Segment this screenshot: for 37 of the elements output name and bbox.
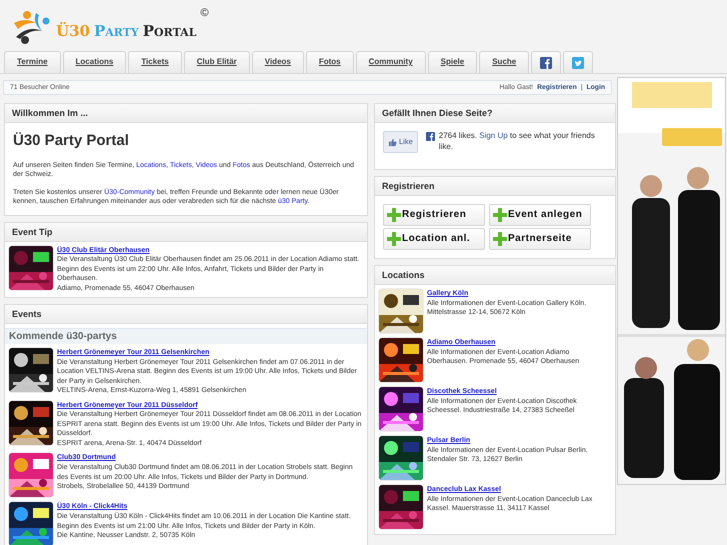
logo-text: Ü30 — [56, 24, 90, 38]
people-logo-icon — [12, 9, 52, 45]
nav-tab[interactable]: Locations — [62, 51, 126, 73]
thumbs-up-icon — [388, 138, 397, 147]
panel-heading: Gefällt Ihnen Diese Seite? — [375, 104, 615, 124]
nav-tab[interactable]: Fotos — [306, 51, 354, 73]
plus-icon — [387, 208, 401, 222]
plus-icon — [387, 232, 401, 246]
nav-tab[interactable]: Spiele — [428, 51, 478, 73]
bird-icon — [572, 56, 584, 68]
panel-heading: Locations — [375, 266, 615, 286]
nav-tab[interactable] — [531, 51, 562, 73]
section-subheading: Kommende ü30-partys — [5, 328, 367, 344]
nav-tab[interactable]: Suche — [479, 51, 530, 73]
register-button[interactable]: Partnerseite — [489, 228, 591, 250]
nav-tab[interactable]: Community — [356, 51, 426, 73]
panel-heading: Registrieren — [375, 176, 615, 196]
like-text: 2764 likes. Sign Up to see what your friends like. — [438, 131, 596, 153]
nav-tab[interactable]: Videos — [252, 51, 304, 73]
register-button[interactable]: Event anlegen — [489, 204, 591, 226]
register-button[interactable]: Location anl. — [383, 228, 485, 250]
page-title: Ü30 Party Portal — [13, 131, 130, 152]
plus-icon — [493, 208, 507, 222]
plus-icon — [493, 232, 507, 246]
logo-text: Portal — [142, 24, 196, 38]
panel-heading: Event Tip — [5, 222, 367, 242]
nav-tab[interactable]: Termine — [4, 51, 61, 73]
panel-heading: Events — [5, 304, 367, 324]
panel-heading: Willkommen Im ... — [5, 104, 367, 124]
nav-tab[interactable]: Club Elitär — [184, 51, 250, 73]
nav-tab[interactable]: Tickets — [128, 51, 182, 73]
register-button[interactable]: Registrieren — [383, 204, 485, 226]
facebook-icon — [540, 56, 552, 68]
logo-text: Party — [94, 24, 139, 38]
sign-up-link[interactable]: Sign Up — [479, 131, 508, 140]
copyright-mark: © — [200, 6, 209, 21]
facebook-icon — [426, 132, 435, 142]
